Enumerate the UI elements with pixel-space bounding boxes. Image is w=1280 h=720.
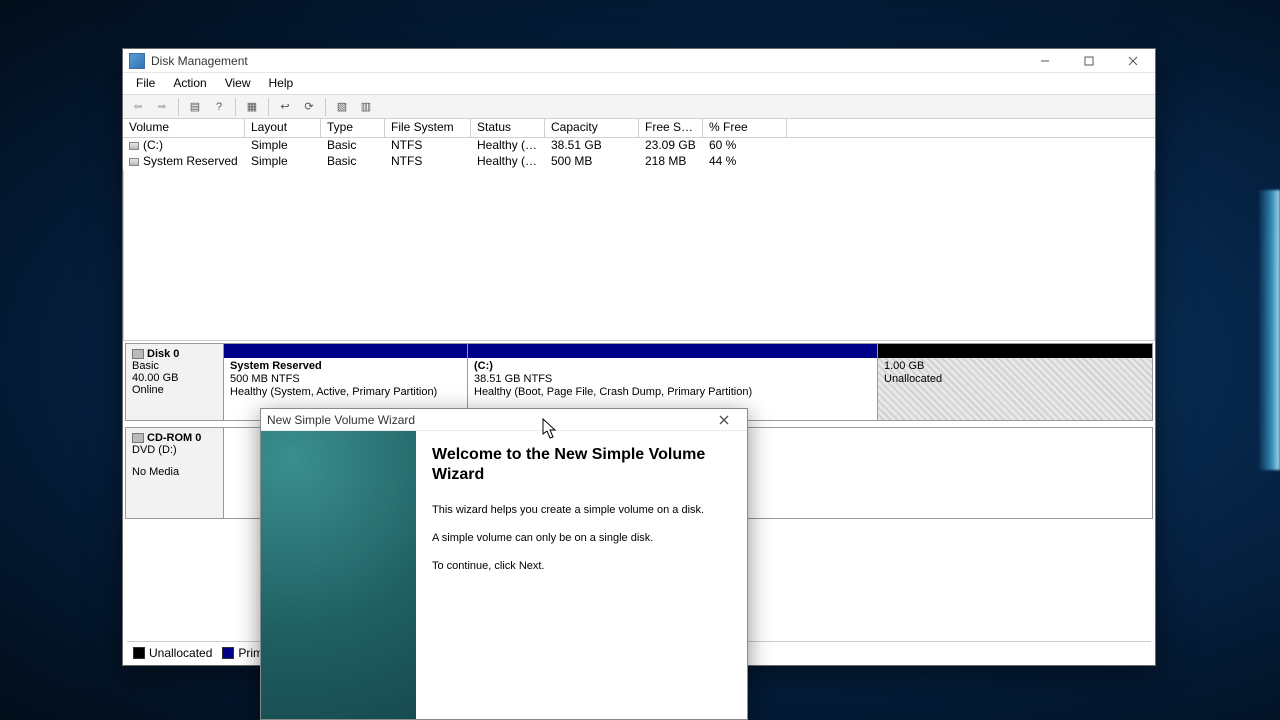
col-layout[interactable]: Layout	[245, 119, 321, 137]
properties-icon[interactable]: ▤	[184, 97, 206, 117]
partition-head-unallocated	[878, 344, 1152, 358]
action-icon[interactable]: ↩	[274, 97, 296, 117]
disk-info[interactable]: Disk 0 Basic 40.00 GB Online	[126, 344, 224, 420]
col-capacity[interactable]: Capacity	[545, 119, 639, 137]
cell: 218 MB	[639, 154, 703, 170]
disk-info[interactable]: CD-ROM 0 DVD (D:) No Media	[126, 428, 224, 518]
maximize-button[interactable]	[1067, 49, 1111, 73]
partition-status: Healthy (System, Active, Primary Partiti…	[230, 386, 461, 399]
cell-volume-name: System Reserved	[143, 154, 238, 168]
volume-list: Volume Layout Type File System Status Ca…	[123, 119, 1155, 341]
wizard-banner	[261, 431, 416, 719]
titlebar[interactable]: Disk Management	[123, 49, 1155, 73]
wizard-paragraph: A simple volume can only be on a single …	[432, 531, 731, 545]
disk-type: Basic	[132, 360, 217, 372]
volume-row[interactable]: System Reserved Simple Basic NTFS Health…	[123, 154, 1155, 170]
view-1-icon[interactable]: ▧	[331, 97, 353, 117]
cell-volume-name: (C:)	[143, 138, 163, 152]
app-icon	[129, 53, 145, 69]
wizard-text: Welcome to the New Simple Volume Wizard …	[416, 431, 747, 719]
col-pfree[interactable]: % Free	[703, 119, 787, 137]
cell: 38.51 GB	[545, 138, 639, 154]
rescan-icon[interactable]: ▦	[241, 97, 263, 117]
cell: NTFS	[385, 154, 471, 170]
toolbar-separator	[178, 98, 179, 116]
legend-unallocated: Unallocated	[133, 646, 212, 660]
menu-view[interactable]: View	[216, 73, 260, 94]
volume-list-blank[interactable]	[123, 170, 1155, 340]
partition-info: 38.51 GB NTFS	[474, 373, 871, 386]
wizard-body: Welcome to the New Simple Volume Wizard …	[261, 431, 747, 719]
wizard-title: New Simple Volume Wizard	[267, 413, 707, 427]
wizard-paragraph: This wizard helps you create a simple vo…	[432, 503, 731, 517]
cell: 500 MB	[545, 154, 639, 170]
cell: 44 %	[703, 154, 787, 170]
cdrom-drive: DVD (D:)	[132, 444, 217, 456]
view-2-icon[interactable]: ▥	[355, 97, 377, 117]
menu-help[interactable]: Help	[260, 73, 303, 94]
disk-size: 40.00 GB	[132, 372, 217, 384]
nav-forward-icon[interactable]: ➡	[151, 97, 173, 117]
menubar: File Action View Help	[123, 73, 1155, 95]
wizard-heading: Welcome to the New Simple Volume Wizard	[432, 445, 731, 485]
toolbar-separator	[268, 98, 269, 116]
window-title: Disk Management	[151, 54, 1023, 68]
col-type[interactable]: Type	[321, 119, 385, 137]
partition-title: (C:)	[474, 360, 871, 373]
close-button[interactable]	[1111, 49, 1155, 73]
col-volume[interactable]: Volume	[123, 119, 245, 137]
cell: Simple	[245, 138, 321, 154]
col-fs[interactable]: File System	[385, 119, 471, 137]
col-status[interactable]: Status	[471, 119, 545, 137]
disk-label: Disk 0	[147, 348, 179, 360]
disk-state: Online	[132, 384, 217, 396]
nav-back-icon[interactable]: ⬅	[127, 97, 149, 117]
menu-file[interactable]: File	[127, 73, 164, 94]
volume-icon	[129, 142, 139, 150]
cell: 60 %	[703, 138, 787, 154]
cell: Basic	[321, 138, 385, 154]
col-fill[interactable]	[787, 119, 1155, 137]
cell: Simple	[245, 154, 321, 170]
cdrom-icon	[132, 433, 144, 443]
wizard-paragraph: To continue, click Next.	[432, 559, 731, 573]
help-icon[interactable]: ?	[208, 97, 230, 117]
volume-icon	[129, 158, 139, 166]
wizard-close-button[interactable]	[707, 409, 741, 431]
new-simple-volume-wizard: New Simple Volume Wizard Welcome to the …	[260, 408, 748, 720]
partition-unallocated[interactable]: 1.00 GB Unallocated	[878, 344, 1152, 420]
toolbar: ⬅ ➡ ▤ ? ▦ ↩ ⟳ ▧ ▥	[123, 95, 1155, 119]
disk-icon	[132, 349, 144, 359]
cell: Basic	[321, 154, 385, 170]
cell: Healthy (B...	[471, 138, 545, 154]
partition-head-primary	[468, 344, 877, 358]
partition-info: 1.00 GB	[884, 360, 1146, 373]
disk-label: CD-ROM 0	[147, 432, 201, 444]
partition-head-primary	[224, 344, 467, 358]
toolbar-separator	[235, 98, 236, 116]
wizard-titlebar[interactable]: New Simple Volume Wizard	[261, 409, 747, 431]
menu-action[interactable]: Action	[164, 73, 215, 94]
col-free[interactable]: Free Spa...	[639, 119, 703, 137]
cell: 23.09 GB	[639, 138, 703, 154]
cell: Healthy (S...	[471, 154, 545, 170]
desktop-edge-glow	[1258, 190, 1280, 470]
partition-title: System Reserved	[230, 360, 461, 373]
cdrom-state: No Media	[132, 466, 217, 478]
minimize-button[interactable]	[1023, 49, 1067, 73]
partition-info: 500 MB NTFS	[230, 373, 461, 386]
partition-status: Unallocated	[884, 373, 1146, 386]
cell: NTFS	[385, 138, 471, 154]
volume-row[interactable]: (C:) Simple Basic NTFS Healthy (B... 38.…	[123, 138, 1155, 154]
toolbar-separator	[325, 98, 326, 116]
partition-status: Healthy (Boot, Page File, Crash Dump, Pr…	[474, 386, 871, 399]
refresh-icon[interactable]: ⟳	[298, 97, 320, 117]
volume-list-header: Volume Layout Type File System Status Ca…	[123, 119, 1155, 138]
